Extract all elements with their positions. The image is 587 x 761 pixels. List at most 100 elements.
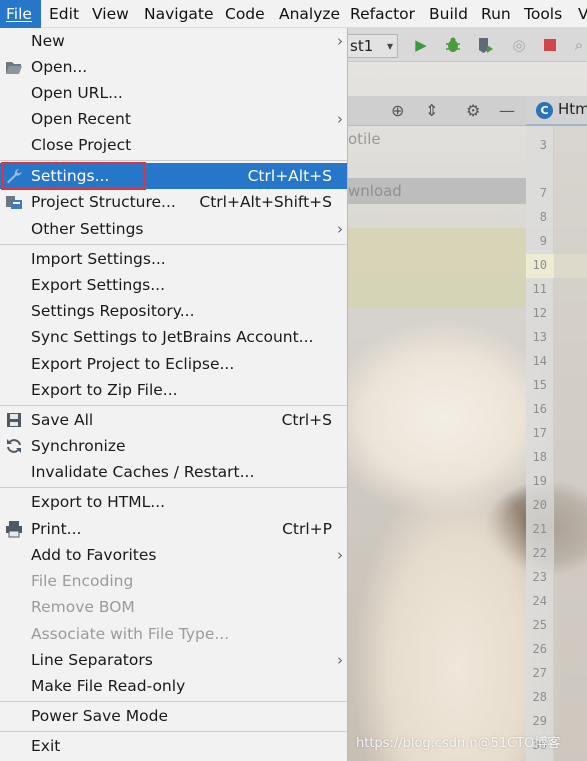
gear-icon[interactable]: ⚙	[466, 101, 480, 120]
menu-separator	[0, 701, 347, 702]
menu-item-shortcut: Ctrl+P	[282, 520, 332, 538]
menu-item-label: Synchronize	[31, 437, 126, 455]
menu-item-label: Close Project	[31, 136, 132, 154]
menu-item-associate-file-type[interactable]: Associate with File Type...	[0, 621, 347, 647]
menu-item-open-url[interactable]: Open URL...	[0, 80, 347, 106]
menu-item-label: Line Separators	[31, 651, 153, 669]
menu-item-export-settings[interactable]: Export Settings...	[0, 272, 347, 298]
tool-window-header: ⊕ ⇕ ⚙ —	[348, 96, 526, 126]
minimize-icon[interactable]: —	[499, 101, 515, 120]
menu-item-save-all[interactable]: Save All Ctrl+S	[0, 407, 347, 433]
menu-item-sync-settings[interactable]: Sync Settings to JetBrains Account...	[0, 324, 347, 350]
menu-item-label: New	[31, 32, 65, 50]
menu-item-line-separators[interactable]: Line Separators ›	[0, 647, 347, 673]
profiler-icon[interactable]: ◎	[510, 36, 528, 54]
line-number: 14	[532, 354, 547, 368]
menu-run[interactable]: Run	[481, 0, 511, 28]
menu-refactor[interactable]: Refactor	[350, 0, 415, 28]
menu-separator	[0, 244, 347, 245]
menu-file[interactable]: File	[0, 0, 41, 28]
menu-item-synchronize[interactable]: Synchronize	[0, 433, 347, 459]
menu-item-open[interactable]: Open...	[0, 54, 347, 80]
menu-separator	[0, 160, 347, 161]
menu-item-label: Associate with File Type...	[31, 625, 230, 643]
line-number-gutter: 3 7 8 9 10 11 12 13 14 15 16 17 18 19 20…	[526, 126, 587, 761]
line-number: 28	[532, 690, 547, 704]
editor-area[interactable]	[554, 126, 587, 761]
line-number: 17	[532, 426, 547, 440]
tree-item-fragment: otile	[348, 130, 381, 148]
search-icon[interactable]: ⌕	[570, 36, 587, 54]
menu-item-export-html[interactable]: Export to HTML...	[0, 489, 347, 515]
menu-item-power-save-mode[interactable]: Power Save Mode	[0, 703, 347, 729]
menu-vcs[interactable]: V	[578, 0, 587, 28]
menu-item-remove-bom[interactable]: Remove BOM	[0, 594, 347, 620]
coverage-icon[interactable]	[476, 36, 494, 54]
line-number: 8	[539, 210, 547, 224]
menu-item-close-project[interactable]: Close Project	[0, 132, 347, 158]
menu-item-label: Export to Zip File...	[31, 381, 178, 399]
line-number: 21	[532, 522, 547, 536]
debug-icon[interactable]	[444, 36, 462, 54]
menu-item-label: Sync Settings to JetBrains Account...	[31, 328, 314, 346]
menu-item-label: Add to Favorites	[31, 546, 157, 564]
collapse-all-icon[interactable]: ⇕	[425, 101, 438, 120]
menu-item-label: Open URL...	[31, 84, 123, 102]
run-icon[interactable]: ▶	[412, 36, 430, 54]
editor-tab[interactable]: C Htm	[526, 96, 587, 126]
folder-open-icon	[5, 58, 23, 76]
menu-item-label: Make File Read-only	[31, 677, 186, 695]
menu-item-label: Settings Repository...	[31, 302, 195, 320]
menu-item-file-encoding[interactable]: File Encoding	[0, 568, 347, 594]
locate-icon[interactable]: ⊕	[391, 101, 404, 120]
menu-tools[interactable]: Tools	[524, 0, 562, 28]
menu-view[interactable]: View	[92, 0, 129, 28]
line-number: 19	[532, 474, 547, 488]
run-configuration-select[interactable]: st1 ▾	[348, 34, 398, 58]
menu-item-other-settings[interactable]: Other Settings ›	[0, 216, 347, 242]
menu-item-label: Export to HTML...	[31, 493, 166, 511]
menu-edit[interactable]: Edit	[49, 0, 79, 28]
menu-item-invalidate-caches[interactable]: Invalidate Caches / Restart...	[0, 459, 347, 485]
menu-item-open-recent[interactable]: Open Recent ›	[0, 106, 347, 132]
menu-analyze[interactable]: Analyze	[279, 0, 340, 28]
menu-item-project-structure[interactable]: Project Structure... Ctrl+Alt+Shift+S	[0, 189, 347, 215]
chevron-right-icon: ›	[337, 32, 343, 50]
menu-item-exit[interactable]: Exit	[0, 733, 347, 759]
menu-separator	[0, 405, 347, 406]
stop-icon[interactable]	[541, 36, 559, 54]
menu-item-print[interactable]: Print... Ctrl+P	[0, 516, 347, 542]
menu-build[interactable]: Build	[429, 0, 468, 28]
sync-icon	[5, 437, 23, 455]
menu-item-export-zip[interactable]: Export to Zip File...	[0, 377, 347, 403]
line-number: 16	[532, 402, 547, 416]
menu-item-add-to-favorites[interactable]: Add to Favorites ›	[0, 542, 347, 568]
menu-item-shortcut: Ctrl+Alt+S	[247, 167, 332, 185]
chevron-right-icon: ›	[337, 220, 343, 238]
watermark: https://blog.csdn.n@51CTO博客	[356, 736, 561, 751]
menu-item-new[interactable]: New ›	[0, 28, 347, 54]
menu-item-label: Other Settings	[31, 220, 144, 238]
save-icon	[5, 411, 23, 429]
menu-item-label: Save All	[31, 411, 94, 429]
menu-item-label: Print...	[31, 520, 82, 538]
main-menu-bar: File Edit View Navigate Code Analyze Ref…	[0, 0, 587, 28]
menu-navigate[interactable]: Navigate	[144, 0, 214, 28]
menu-item-label: Import Settings...	[31, 250, 166, 268]
menu-code[interactable]: Code	[225, 0, 265, 28]
menu-item-shortcut: Ctrl+Alt+Shift+S	[199, 193, 332, 211]
line-number: 20	[532, 498, 547, 512]
menu-item-label: Invalidate Caches / Restart...	[31, 463, 255, 481]
menu-separator	[0, 731, 347, 732]
line-number: 3	[539, 138, 547, 152]
menu-item-make-read-only[interactable]: Make File Read-only	[0, 673, 347, 699]
line-number: 27	[532, 666, 547, 680]
class-file-icon: C	[536, 102, 553, 119]
file-menu-dropdown: New › Open... Open URL... Open Recent › …	[0, 28, 348, 761]
printer-icon	[5, 520, 23, 538]
ide-background: st1 ▾ ▶ ◎ ⌕ ⊕ ⇕ ⚙ — otile wnload C Htm 3…	[348, 28, 587, 761]
menu-item-label: Export Project to Eclipse...	[31, 355, 235, 373]
menu-item-import-settings[interactable]: Import Settings...	[0, 246, 347, 272]
menu-item-settings-repository[interactable]: Settings Repository...	[0, 298, 347, 324]
menu-item-export-eclipse[interactable]: Export Project to Eclipse...	[0, 351, 347, 377]
